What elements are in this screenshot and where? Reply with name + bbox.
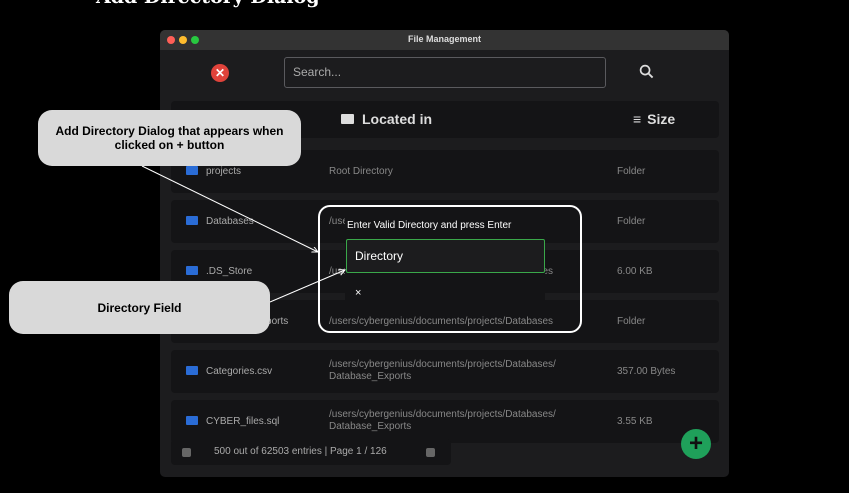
callout-dialog: Add Directory Dialog that appears when c… bbox=[38, 110, 301, 166]
arrow-to-dialog bbox=[141, 165, 318, 252]
callout-field: Directory Field bbox=[9, 281, 270, 334]
arrow-to-field bbox=[269, 270, 345, 303]
annotation-arrows bbox=[141, 165, 849, 303]
